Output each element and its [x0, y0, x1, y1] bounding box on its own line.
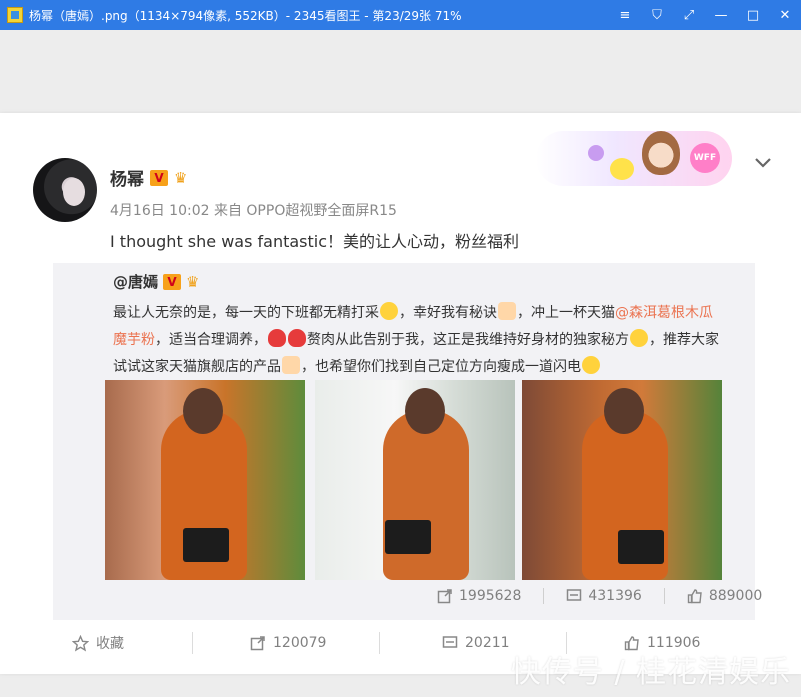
comment-button[interactable]: 20211	[442, 635, 510, 651]
post-meta: 4月16日 10:02 来自 OPPO超视野全面屏R15	[110, 203, 397, 219]
victory-hand-emoji-icon	[498, 302, 516, 320]
weibo-post-card: WFF 杨幂 V ♛ 4月16日 10:02 来自 OPPO超视野全面屏R15 …	[0, 113, 801, 674]
comment-count: 20211	[465, 635, 510, 651]
skin-icon[interactable]: ⛉	[641, 0, 673, 30]
repost-text: 最让人无奈的是，每一天的下班都无精打采 ，幸好我有秘诀 ，冲上一杯天猫@森洱葛根木瓜…	[113, 300, 723, 381]
repost-text-part: ，冲上一杯天猫	[517, 305, 615, 321]
decoration-mascot-icon	[610, 158, 634, 180]
repost-stats: 1995628 431396 889000	[437, 588, 762, 604]
photo-bag	[385, 520, 431, 554]
avatar[interactable]	[33, 158, 97, 222]
repost-text-part: ，幸好我有秘诀	[399, 305, 497, 321]
minimize-button[interactable]: —	[705, 0, 737, 30]
repost-count: 120079	[273, 635, 327, 651]
window-controls: ≡ ⛉ ⤢ — □ ✕	[609, 0, 801, 30]
repost-author-name[interactable]: @唐嫣	[113, 271, 158, 292]
app-icon	[7, 7, 23, 23]
decoration-wff-badge: WFF	[690, 143, 720, 173]
close-button[interactable]: ✕	[769, 0, 801, 30]
share-icon	[250, 636, 265, 651]
post-photo-3[interactable]	[522, 380, 722, 580]
grin-emoji-icon	[582, 356, 600, 374]
sleepy-emoji-icon	[380, 302, 398, 320]
reposted-content: @唐嫣 V ♛ 最让人无奈的是，每一天的下班都无精打采 ，幸好我有秘诀 ，冲上一杯天…	[53, 263, 762, 620]
star-icon	[72, 634, 89, 651]
comment-count: 431396	[588, 588, 642, 604]
like-count: 889000	[708, 588, 763, 604]
favorite-button[interactable]: 收藏	[72, 633, 124, 653]
comment-icon	[567, 589, 582, 601]
post-author-row: 杨幂 V ♛	[110, 165, 194, 191]
window-title: 杨幂（唐嫣）.png（1134×794像素, 552KB）- 2345看图王 -…	[29, 8, 462, 23]
chevron-down-icon[interactable]	[753, 155, 773, 171]
repost-button[interactable]: 120079	[250, 635, 326, 651]
repost-text-part: 最让人无奈的是，每一天的下班都无精打采	[113, 305, 379, 321]
post-photo-2[interactable]	[315, 380, 515, 580]
image-viewport: WFF 杨幂 V ♛ 4月16日 10:02 来自 OPPO超视野全面屏R15 …	[0, 30, 801, 697]
fullscreen-icon[interactable]: ⤢	[673, 0, 705, 30]
decoration-planet-icon	[588, 145, 604, 161]
menu-icon[interactable]: ≡	[609, 0, 641, 30]
heart-emoji-icon	[268, 329, 286, 347]
crown-icon: ♛	[174, 168, 188, 187]
heart-emoji-icon	[288, 329, 306, 347]
repost-share-stat[interactable]: 1995628	[437, 588, 521, 604]
repost-like-stat[interactable]: 889000	[687, 588, 762, 604]
divider	[663, 588, 665, 604]
divider	[379, 632, 380, 654]
thumbs-up-emoji-icon	[282, 356, 300, 374]
repost-text-part: ，适当合理调养，	[155, 332, 267, 348]
repost-text-part: 赘肉从此告别于我，这正是我维持好身材的独家秘方	[307, 332, 629, 348]
share-icon	[437, 589, 452, 604]
decoration-portrait	[642, 131, 680, 175]
verified-v-icon: V	[150, 169, 168, 186]
photo-bag	[183, 528, 229, 562]
maximize-button[interactable]: □	[737, 0, 769, 30]
title-bar: 杨幂（唐嫣）.png（1134×794像素, 552KB）- 2345看图王 -…	[0, 0, 801, 30]
repost-author-row: @唐嫣 V ♛	[113, 271, 206, 292]
post-photo-1[interactable]	[105, 380, 305, 580]
verified-v-icon: V	[163, 273, 182, 290]
photo-bag	[618, 530, 664, 564]
post-text: I thought she was fantastic！美的让人心动，粉丝福利	[110, 232, 520, 251]
divider	[192, 632, 193, 654]
share-count: 1995628	[459, 588, 522, 604]
divider	[543, 588, 545, 604]
thinking-emoji-icon	[630, 329, 648, 347]
photo-subject	[383, 388, 469, 580]
favorite-label: 收藏	[96, 636, 124, 652]
repost-text-part: ，也希望你们找到自己定位方向瘦成一道闪电	[301, 359, 581, 375]
watermark: 快传号 / 桂花清娱乐	[510, 655, 791, 690]
comment-icon	[442, 636, 458, 648]
thumbs-up-icon	[687, 589, 702, 604]
crown-icon: ♛	[186, 272, 200, 291]
repost-comment-stat[interactable]: 431396	[566, 588, 642, 604]
post-author-name[interactable]: 杨幂	[110, 165, 144, 190]
